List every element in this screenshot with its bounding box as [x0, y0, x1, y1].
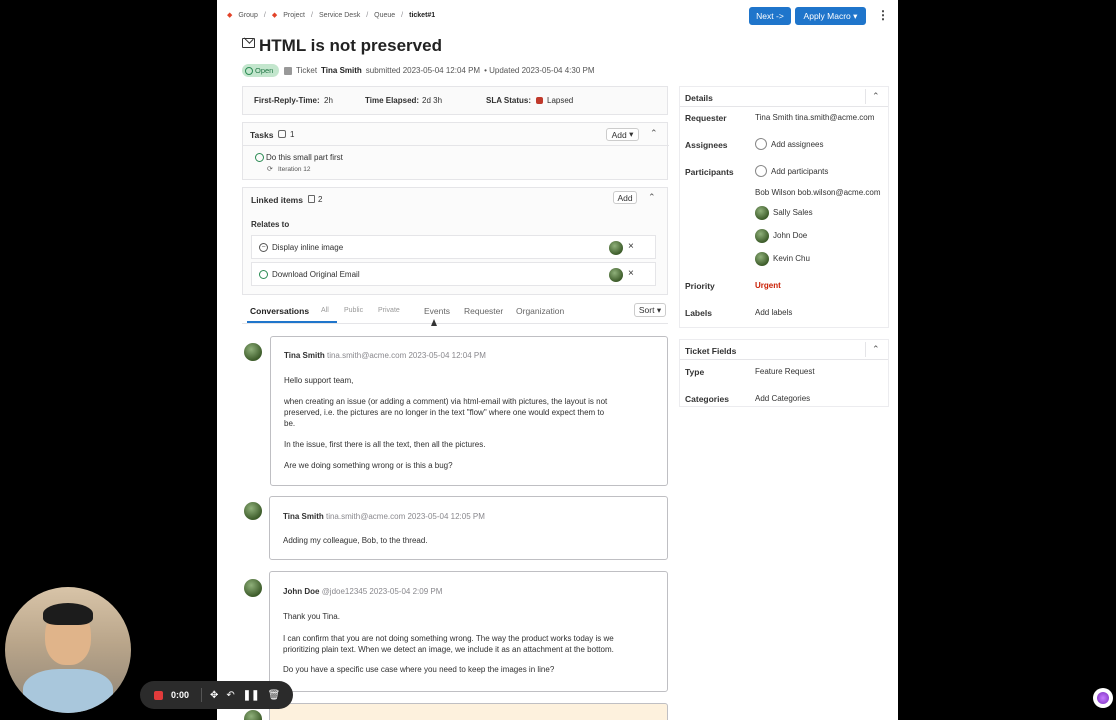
relates-to-label: Relates to	[251, 220, 290, 229]
sla-bar: First-Reply-Time: 2h Time Elapsed: 2d 3h…	[242, 86, 668, 115]
requester-value[interactable]: Tina Smith tina.smith@acme.com	[755, 113, 874, 122]
add-assignees-link[interactable]: Add assignees	[771, 140, 823, 149]
breadcrumb-service-desk[interactable]: Service Desk	[319, 12, 360, 19]
tasks-label: Tasks	[250, 130, 274, 140]
recorder-toolbar: 0:00 ✥ ↶ ❚❚ 🗑	[140, 681, 293, 709]
undo-icon[interactable]: ↶	[226, 690, 234, 701]
message-card: Tina Smith tina.smith@acme.com 2023-05-0…	[269, 496, 668, 560]
avatar	[755, 229, 769, 243]
tasks-panel: Tasks 1 Add ▾ ⌃ Do this small part first…	[242, 122, 669, 180]
linked-item[interactable]: − Display inline image ×	[251, 235, 656, 259]
breadcrumb-group[interactable]: Group	[238, 12, 257, 19]
message-body: Adding my colleague, Bob, to the thread.	[283, 536, 428, 545]
message-card: Tina Smith tina.smith@acme.com 2023-05-0…	[270, 336, 668, 486]
details-panel: Details ⌃ Requester Tina Smith tina.smit…	[679, 86, 889, 328]
meta-author[interactable]: Tina Smith	[321, 66, 362, 75]
recording-time: 0:00	[171, 690, 190, 700]
iteration-icon: ⟳	[267, 166, 273, 173]
linked-item[interactable]: Download Original Email ×	[251, 262, 656, 286]
avatar	[755, 206, 769, 220]
remove-icon[interactable]: ×	[628, 268, 634, 279]
remove-icon[interactable]: ×	[628, 241, 634, 252]
message-card	[269, 703, 668, 720]
trash-icon[interactable]: 🗑	[268, 690, 281, 701]
ticket-meta: Ticket Tina Smith submitted 2023-05-04 1…	[284, 66, 595, 75]
priority-value[interactable]: Urgent	[755, 281, 781, 290]
brain-app-icon[interactable]	[1093, 688, 1113, 708]
tab-events[interactable]: Events	[424, 306, 450, 316]
avatar	[609, 268, 623, 282]
sort-button[interactable]: Sort ▾	[634, 303, 666, 317]
message-author[interactable]: John Doe	[283, 587, 319, 596]
task-status-icon[interactable]	[255, 153, 264, 162]
tab-private[interactable]: Private	[378, 307, 400, 314]
open-status-icon	[259, 270, 268, 279]
more-options-icon[interactable]: ⋮	[877, 8, 889, 22]
chevron-down-icon: ▾	[656, 304, 662, 315]
user-icon	[755, 165, 767, 177]
collapse-icon[interactable]: ⌃	[650, 128, 658, 139]
ticket-icon	[284, 66, 292, 75]
linked-items-panel: Linked items 2 Add ⌃ Relates to − Displa…	[242, 187, 668, 295]
avatar	[244, 710, 262, 720]
avatar	[609, 241, 623, 255]
lapsed-icon	[536, 97, 543, 104]
avatar	[244, 502, 262, 520]
page-title: HTML is not preserved	[259, 36, 442, 55]
blocked-status-icon: −	[259, 243, 268, 252]
participant-email: Bob Wilson bob.wilson@acme.com	[755, 188, 881, 197]
breadcrumb-project[interactable]: Project	[283, 12, 305, 19]
participant-name[interactable]: John Doe	[773, 231, 807, 240]
linked-add-button[interactable]: Add	[613, 191, 637, 204]
gitlab-logo-icon: ◆	[227, 12, 233, 19]
gitlab-logo-icon: ◆	[271, 12, 278, 19]
message-author[interactable]: Tina Smith	[284, 351, 325, 360]
envelope-icon	[242, 33, 255, 48]
status-badge: Open	[242, 64, 279, 77]
avatar	[755, 252, 769, 266]
add-categories-link[interactable]: Add Categories	[755, 394, 810, 403]
tasks-add-button[interactable]: Add ▾	[606, 128, 639, 141]
message-body: Hello support team, when creating an iss…	[284, 376, 608, 470]
collapse-icon[interactable]: ⌃	[872, 91, 880, 102]
ticket-page: ◆ Group / ◆ Project / Service Desk / Que…	[217, 0, 898, 720]
ticket-fields-panel: Ticket Fields ⌃ Type Feature Request Cat…	[679, 339, 889, 407]
task-iteration: Iteration 12	[278, 166, 311, 173]
breadcrumb: ◆ Group / ◆ Project / Service Desk / Que…	[227, 11, 436, 20]
stop-recording-icon[interactable]	[154, 690, 163, 700]
task-title[interactable]: Do this small part first	[266, 153, 343, 162]
collapse-icon[interactable]: ⌃	[648, 192, 656, 203]
chevron-down-icon: ▾	[629, 129, 634, 139]
link-icon	[308, 195, 315, 203]
mouse-cursor-icon	[431, 319, 437, 326]
message-body: Thank you Tina. I can confirm that you a…	[283, 612, 614, 674]
apply-macro-button[interactable]: Apply Macro ▾	[795, 7, 866, 25]
breadcrumb-ticket[interactable]: ticket#1	[409, 12, 435, 19]
avatar	[244, 343, 262, 361]
add-labels-link[interactable]: Add labels	[755, 308, 792, 317]
participant-name[interactable]: Kevin Chu	[773, 254, 810, 263]
user-icon	[755, 138, 767, 150]
collapse-icon[interactable]: ⌃	[872, 344, 880, 355]
tab-conversations[interactable]: Conversations	[250, 306, 309, 316]
message-author[interactable]: Tina Smith	[283, 512, 324, 521]
chevron-down-icon: ▾	[853, 10, 858, 21]
tab-all[interactable]: All	[321, 307, 329, 314]
tab-requester[interactable]: Requester	[464, 306, 503, 316]
tab-organization[interactable]: Organization	[516, 306, 564, 316]
participant-name[interactable]: Sally Sales	[773, 208, 813, 217]
message-card: John Doe @jdoe12345 2023-05-04 2:09 PM T…	[269, 571, 668, 692]
type-value[interactable]: Feature Request	[755, 367, 815, 376]
pause-icon[interactable]: ❚❚	[243, 690, 260, 701]
breadcrumb-queue[interactable]: Queue	[374, 12, 395, 19]
webcam-overlay	[5, 587, 131, 713]
add-participants-link[interactable]: Add participants	[771, 167, 828, 176]
tab-public[interactable]: Public	[344, 307, 363, 314]
next-button[interactable]: Next ->	[749, 7, 791, 25]
drag-handle-icon[interactable]: ✥	[210, 690, 218, 701]
task-count-icon	[278, 130, 286, 138]
open-status-icon	[245, 66, 253, 75]
linked-items-label: Linked items	[251, 195, 303, 205]
avatar	[244, 579, 262, 597]
